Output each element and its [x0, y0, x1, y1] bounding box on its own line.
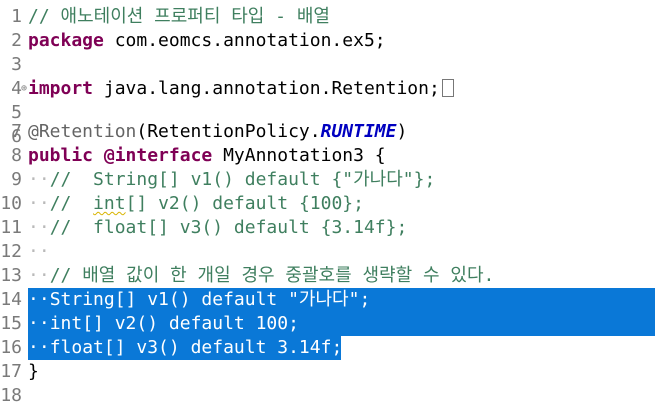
selected-code-text: int[] v2() default 100;	[49, 313, 299, 334]
line-number: 14	[0, 289, 22, 310]
code-line: 4 ⊕ import java.lang.annotation.Retentio…	[0, 77, 655, 101]
line-code: import java.lang.annotation.Retention;	[28, 77, 454, 101]
line-number: 7	[11, 121, 22, 142]
line-code: ··// int[] v2() default {100};	[28, 192, 364, 216]
code-line: 8 public @interface MyAnnotation3 {	[0, 144, 655, 168]
code-line: 10 ··// int[] v2() default {100};	[0, 192, 655, 216]
whitespace-marker: ··	[28, 313, 50, 334]
code-line: 1 // 애노테이션 프로퍼티 타입 - 배열	[0, 5, 655, 29]
interface-declaration: MyAnnotation3 {	[212, 145, 386, 166]
comment-prefix: //	[49, 193, 94, 214]
code-line: 9 ··// String[] v1() default {"가나다"};	[0, 168, 655, 192]
code-line: 2 package com.eomcs.annotation.ex5;	[0, 29, 655, 53]
line-code: ··float[] v3() default 3.14f;	[28, 336, 342, 360]
code-editor[interactable]: 1 // 애노테이션 프로퍼티 타입 - 배열 2 package com.eo…	[0, 0, 655, 418]
cursor-box-icon	[441, 79, 454, 97]
line-number: 17	[0, 361, 22, 382]
line-number: 15	[0, 313, 22, 334]
code-line: 11 ··// float[] v3() default {3.14f};	[0, 216, 655, 240]
keyword-interface: @interface	[103, 145, 213, 166]
code-line-selected: 15 ··int[] v2() default 100;	[0, 312, 655, 336]
warning-squiggle-token[interactable]: int	[93, 193, 126, 214]
line-number: 12	[0, 241, 22, 262]
fold-expand-icon[interactable]: ⊕	[20, 77, 28, 101]
close-paren: )	[396, 121, 408, 142]
line-code: ··String[] v1() default "가나다";	[28, 288, 370, 312]
code-line: 3	[0, 53, 655, 77]
line-code: ··// String[] v1() default {"가나다"};	[28, 168, 435, 192]
line-comment: // String[] v1() default {"가나다"};	[49, 169, 436, 190]
import-name: java.lang.annotation.Retention;	[93, 78, 440, 99]
line-number: 16	[0, 337, 22, 358]
line-number: 4	[11, 78, 22, 99]
code-line: 13 ··// 배열 값이 한 개일 경우 중괄호를 생략할 수 있다.	[0, 264, 655, 288]
code-line-selected: 14 ··String[] v1() default "가나다";	[0, 288, 655, 312]
code-line: 17 }	[0, 360, 655, 384]
whitespace-marker: ··	[28, 265, 50, 286]
line-number: 13	[0, 265, 22, 286]
line-code: @Retention(RetentionPolicy.RUNTIME)	[28, 120, 407, 144]
whitespace-marker: ··	[28, 169, 50, 190]
whitespace-marker: ··	[28, 217, 50, 238]
annotation-retention: @Retention	[28, 121, 137, 142]
code-line: 7 @Retention(RetentionPolicy.RUNTIME)	[0, 120, 655, 144]
whitespace-marker: ··	[28, 289, 50, 310]
line-code: package com.eomcs.annotation.ex5;	[28, 29, 386, 53]
line-comment: // 배열 값이 한 개일 경우 중괄호를 생략할 수 있다.	[49, 265, 495, 286]
closing-brace: }	[28, 361, 39, 382]
code-line: 18	[0, 384, 655, 408]
line-code: ··// 배열 값이 한 개일 경우 중괄호를 생략할 수 있다.	[28, 264, 494, 288]
selected-code-text: String[] v1() default "가나다";	[49, 289, 371, 310]
keyword-package: package	[28, 30, 104, 51]
line-code: ··int[] v2() default 100;	[28, 312, 299, 336]
line-code: public @interface MyAnnotation3 {	[28, 144, 386, 168]
package-name: com.eomcs.annotation.ex5;	[103, 30, 386, 51]
code-line: 12 ··	[0, 240, 655, 264]
keyword-import: import	[28, 78, 94, 99]
line-code: ··	[28, 240, 50, 264]
code-line-selected: 16 ··float[] v3() default 3.14f;	[0, 336, 655, 360]
runtime-constant: RUNTIME	[320, 121, 397, 142]
line-comment: [] v2() default {100};	[125, 193, 364, 214]
line-number: 8	[11, 145, 22, 166]
line-number: 9	[11, 169, 22, 190]
selected-code-text: float[] v3() default 3.14f;	[49, 337, 343, 358]
line-number: 1	[11, 6, 22, 27]
whitespace-marker: ··	[28, 193, 50, 214]
line-number: 10	[0, 193, 22, 214]
whitespace-marker: ··	[28, 241, 50, 262]
retention-args: (RetentionPolicy.	[136, 121, 321, 142]
line-number: 11	[0, 217, 22, 238]
line-comment: // float[] v3() default {3.14f};	[49, 217, 408, 238]
keyword-public: public	[28, 145, 94, 166]
line-code: ··// float[] v3() default {3.14f};	[28, 216, 407, 240]
line-comment: // 애노테이션 프로퍼티 타입 - 배열	[28, 6, 330, 27]
line-number: 2	[11, 30, 22, 51]
whitespace-marker: ··	[28, 337, 50, 358]
line-number: 18	[0, 385, 22, 406]
line-number: 3	[11, 54, 22, 75]
